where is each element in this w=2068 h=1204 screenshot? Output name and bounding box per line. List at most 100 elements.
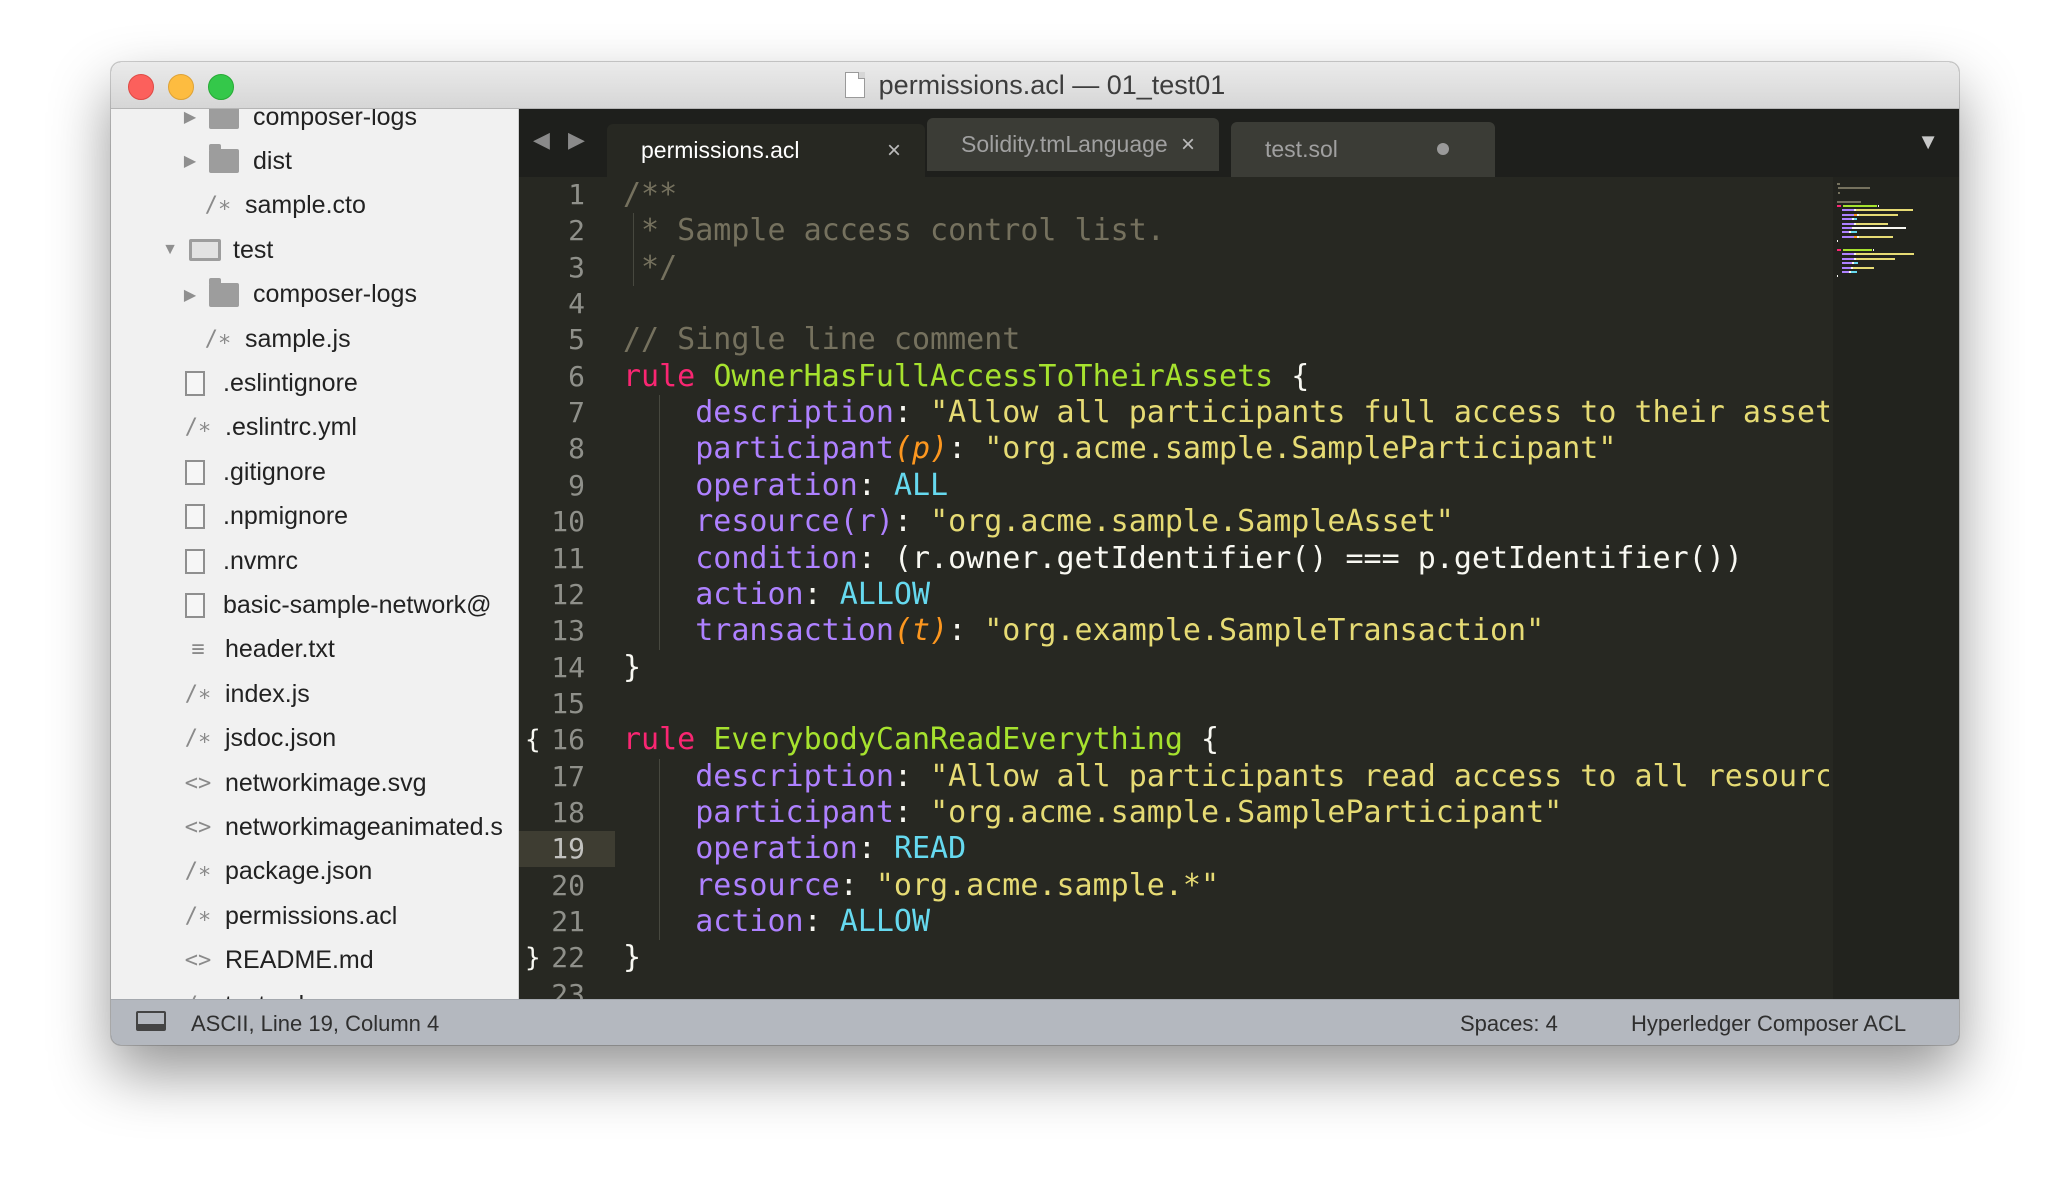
sidebar-item[interactable]: <> networkimageanimated.s bbox=[111, 805, 518, 849]
tab-dropdown-icon[interactable]: ▼ bbox=[1917, 129, 1939, 155]
fold-marker-icon[interactable]: { bbox=[525, 722, 541, 758]
sidebar-item[interactable]: ≡ header.txt bbox=[111, 628, 518, 672]
tab-test-sol[interactable]: test.sol bbox=[1231, 122, 1495, 177]
code-line[interactable]: description: "Allow all participants rea… bbox=[623, 759, 1829, 795]
code-token: "org.acme.sample.SampleAsset" bbox=[930, 504, 1454, 540]
sidebar-item-label: header.txt bbox=[225, 635, 335, 664]
tab-solidity-tmlanguage[interactable]: Solidity.tmLanguage × bbox=[927, 118, 1219, 171]
code-line[interactable]: transaction(t): "org.example.SampleTrans… bbox=[623, 613, 1544, 649]
code-line[interactable]: */ bbox=[623, 250, 677, 286]
sidebar-item[interactable]: basic-sample-network@ bbox=[111, 583, 518, 627]
sidebar-item[interactable]: /∗ sample.cto bbox=[111, 184, 518, 228]
sidebar-item[interactable]: <> networkimage.svg bbox=[111, 761, 518, 805]
code-line[interactable]: operation: READ bbox=[623, 831, 966, 867]
disclosure-down-icon[interactable]: ▼ bbox=[161, 241, 179, 259]
code-line[interactable]: condition: (r.owner.getIdentifier() === … bbox=[623, 541, 1743, 577]
line-number: 17 bbox=[551, 759, 585, 793]
code-line[interactable]: resource(r): "org.acme.sample.SampleAsse… bbox=[623, 504, 1454, 540]
close-tab-icon[interactable]: × bbox=[887, 137, 901, 165]
sidebar-item[interactable]: /∗ permissions.acl bbox=[111, 894, 518, 938]
close-tab-icon[interactable]: × bbox=[1181, 131, 1195, 159]
code-editor[interactable]: 1 2 3 4 5 6 7 8 9 10 11 12 13 14 15 16 17 18 19 20 21 22 23{} … bbox=[519, 177, 1959, 999]
sidebar-item[interactable]: ▶ composer-logs bbox=[111, 273, 518, 317]
tab-permissions-acl[interactable]: permissions.acl × bbox=[607, 124, 925, 177]
sidebar-item[interactable]: .nvmrc bbox=[111, 539, 518, 583]
sidebar-item[interactable]: .npmignore bbox=[111, 495, 518, 539]
code-token: (t) bbox=[893, 613, 949, 649]
disclosure-right-icon[interactable]: ▶ bbox=[181, 151, 199, 171]
status-indentation[interactable]: Spaces: 4 bbox=[1460, 1011, 1558, 1037]
code-token: : bbox=[857, 467, 894, 503]
comment-file-icon: /∗ bbox=[184, 415, 212, 441]
sidebar-item[interactable]: /∗ package.json bbox=[111, 850, 518, 894]
minimap-line bbox=[1842, 218, 1853, 221]
sidebar-item[interactable]: /∗ jsdoc.json bbox=[111, 717, 518, 761]
code-line[interactable]: operation: ALL bbox=[623, 468, 948, 504]
code-line[interactable]: * Sample access control list. bbox=[623, 213, 1165, 249]
sidebar-item[interactable]: .eslintignore bbox=[111, 361, 518, 405]
sidebar-item[interactable]: <> README.md bbox=[111, 939, 518, 983]
sidebar-item[interactable]: .gitignore bbox=[111, 450, 518, 494]
status-syntax[interactable]: Hyperledger Composer ACL bbox=[1631, 1011, 1906, 1037]
document-icon bbox=[844, 72, 865, 98]
code-line[interactable]: action: ALLOW bbox=[623, 904, 930, 940]
sidebar-item-label: sample.js bbox=[245, 324, 351, 353]
code-line[interactable]: participant: "org.acme.sample.SamplePart… bbox=[623, 795, 1562, 831]
code-token: /** bbox=[623, 177, 678, 212]
code-token: "org.acme.sample.*" bbox=[875, 867, 1220, 903]
code-line[interactable]: // Single line comment bbox=[623, 322, 1020, 358]
folder-icon bbox=[189, 239, 221, 262]
code-line[interactable]: rule OwnerHasFullAccessToTheirAssets { bbox=[623, 359, 1309, 395]
code-token: description bbox=[695, 395, 894, 431]
tab-label: test.sol bbox=[1265, 136, 1338, 162]
file-icon bbox=[185, 370, 205, 396]
code-area[interactable]: /** * Sample access control list. */ // S… bbox=[623, 177, 1829, 999]
disclosure-right-icon[interactable]: ▶ bbox=[181, 109, 199, 127]
minimap[interactable] bbox=[1833, 177, 1959, 999]
code-line[interactable]: resource: "org.acme.sample.*" bbox=[623, 868, 1219, 904]
unsaved-dot-icon[interactable] bbox=[1437, 143, 1449, 155]
code-line[interactable]: participant(p): "org.acme.sample.SampleP… bbox=[623, 431, 1616, 467]
code-line[interactable]: } bbox=[623, 650, 641, 686]
minimap-line bbox=[1842, 213, 1855, 216]
code-token: : bbox=[839, 867, 876, 903]
editor-window: permissions.acl — 01_test01 ▶ composer-lo… bbox=[111, 62, 1959, 1045]
sidebar-item-label: .gitignore bbox=[223, 457, 326, 486]
minimap-line bbox=[1856, 257, 1896, 260]
line-number: 13 bbox=[551, 614, 585, 648]
code-token: */ bbox=[623, 249, 678, 285]
code-token: } bbox=[623, 940, 642, 976]
toggle-panel-icon[interactable] bbox=[136, 1011, 166, 1031]
minimap-line bbox=[1878, 205, 1880, 207]
sidebar-item[interactable]: /∗ .eslintrc.yml bbox=[111, 406, 518, 450]
line-number: 18 bbox=[551, 795, 585, 829]
line-number: 23 bbox=[551, 977, 585, 999]
code-token: : bbox=[948, 613, 985, 649]
line-number: 6 bbox=[568, 359, 585, 393]
code-token: : (r.owner.getIdentifier() === p.getIden… bbox=[857, 540, 1743, 576]
sidebar-item[interactable]: ▼ test bbox=[111, 228, 518, 272]
code-token: action bbox=[695, 904, 804, 939]
sidebar-item[interactable]: /∗ index.js bbox=[111, 672, 518, 716]
code-token: : bbox=[803, 904, 840, 939]
sidebar-item[interactable]: ▶ composer-logs bbox=[111, 109, 518, 139]
code-line[interactable]: description: "Allow all participants ful… bbox=[623, 395, 1829, 431]
sidebar-item[interactable]: ▶ dist bbox=[111, 139, 518, 183]
tab-nav-arrows-icon[interactable]: ◀ ▶ bbox=[533, 127, 591, 153]
fold-marker-icon[interactable]: } bbox=[525, 940, 541, 976]
code-line[interactable]: /** bbox=[623, 177, 677, 213]
disclosure-right-icon[interactable]: ▶ bbox=[181, 285, 199, 305]
sidebar-item-label: dist bbox=[253, 146, 292, 175]
code-line[interactable]: rule EverybodyCanReadEverything { bbox=[623, 722, 1219, 758]
sidebar-item[interactable]: /∗ sample.js bbox=[111, 317, 518, 361]
minimap-line bbox=[1854, 262, 1859, 265]
code-line[interactable]: } bbox=[623, 940, 641, 976]
sidebar-item[interactable]: /∗test.sol bbox=[111, 983, 518, 1000]
code-line[interactable]: action: ALLOW bbox=[623, 577, 930, 613]
